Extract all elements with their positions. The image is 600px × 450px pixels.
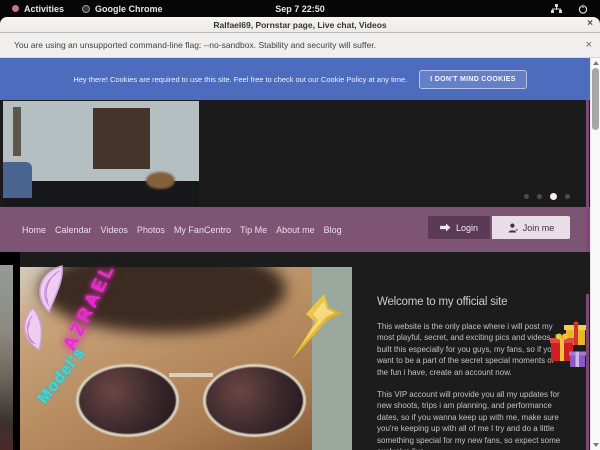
chrome-infobar: You are using an unsupported command-lin… <box>0 33 600 58</box>
nav-item-home[interactable]: Home <box>22 225 46 235</box>
site-navbar: Home Calendar Videos Photos My FanCentro Tip … <box>0 207 600 252</box>
infobar-close-icon[interactable]: × <box>586 39 592 51</box>
welcome-paragraph-2: This VIP account will provide you all my… <box>377 389 562 450</box>
cookie-message: Hey there! Cookies are required to use t… <box>73 75 407 84</box>
app-menu-label: Google Chrome <box>95 4 163 14</box>
content-right-border <box>586 294 589 450</box>
login-button[interactable]: Login <box>428 216 490 239</box>
nav-item-about-me[interactable]: About me <box>276 225 315 235</box>
nav-item-videos[interactable]: Videos <box>101 225 128 235</box>
banner-photo <box>3 101 199 206</box>
join-button[interactable]: Join me <box>492 216 570 239</box>
sunglasses-bridge-shape <box>169 373 212 377</box>
cookie-banner: Hey there! Cookies are required to use t… <box>0 58 600 100</box>
content-right-border-upper <box>586 100 589 252</box>
carousel-dot-2[interactable] <box>537 194 542 199</box>
photo-shape <box>13 107 21 155</box>
activities-indicator-icon <box>12 5 19 12</box>
carousel-dots <box>524 193 570 200</box>
chrome-icon <box>82 5 90 13</box>
hero-carousel <box>0 100 600 207</box>
join-person-icon <box>508 223 518 233</box>
background-photo-edge <box>0 265 13 450</box>
window-title: Ralfael69, Pornstar page, Live chat, Vid… <box>213 20 386 30</box>
page-scrollbar[interactable] <box>590 58 600 450</box>
activities-label: Activities <box>24 4 64 14</box>
window-close-icon[interactable]: × <box>587 18 593 29</box>
nav-links: Home Calendar Videos Photos My FanCentro Tip … <box>22 207 351 252</box>
welcome-section: Welcome to my official site This website… <box>377 296 562 450</box>
carousel-dot-4[interactable] <box>565 194 570 199</box>
power-icon[interactable] <box>578 4 588 14</box>
scroll-down-icon[interactable] <box>593 443 599 447</box>
star-burst-icon <box>288 293 343 361</box>
nav-item-calendar[interactable]: Calendar <box>55 225 92 235</box>
welcome-paragraph-1: This website is the only place where i w… <box>377 321 562 378</box>
nav-item-photos[interactable]: Photos <box>137 225 165 235</box>
cookie-accept-button[interactable]: I DON'T MIND COOKIES <box>419 70 526 89</box>
login-label: Login <box>456 223 478 233</box>
photo-shape <box>3 162 32 198</box>
welcome-heading: Welcome to my official site <box>377 296 562 308</box>
infobar-message: You are using an unsupported command-lin… <box>14 40 376 50</box>
gnome-top-bar: Activities Google Chrome Sep 7 22:50 <box>0 0 600 17</box>
sunglasses-lens-shape <box>203 364 306 437</box>
carousel-dot-1[interactable] <box>524 194 529 199</box>
login-arrow-icon <box>440 223 451 232</box>
gifts-icon <box>549 318 588 372</box>
desktop: Activities Google Chrome Sep 7 22:50 <box>0 0 600 450</box>
activities-button[interactable]: Activities <box>12 4 64 14</box>
scrollbar-thumb[interactable] <box>592 68 599 130</box>
carousel-dot-3[interactable] <box>550 193 557 200</box>
webpage: Hey there! Cookies are required to use t… <box>0 58 600 450</box>
main-content: AZRAEL Model's Welcome to my official si… <box>0 252 600 450</box>
nav-item-blog[interactable]: Blog <box>324 225 342 235</box>
join-label: Join me <box>523 223 555 233</box>
photo-shape <box>93 108 150 169</box>
nav-item-my-fancentro[interactable]: My FanCentro <box>174 225 231 235</box>
nav-item-tip-me[interactable]: Tip Me <box>240 225 267 235</box>
app-menu-button[interactable]: Google Chrome <box>82 4 163 14</box>
window-titlebar: Ralfael69, Pornstar page, Live chat, Vid… <box>0 17 600 33</box>
network-icon[interactable] <box>551 4 562 14</box>
scroll-up-icon[interactable] <box>593 61 599 65</box>
